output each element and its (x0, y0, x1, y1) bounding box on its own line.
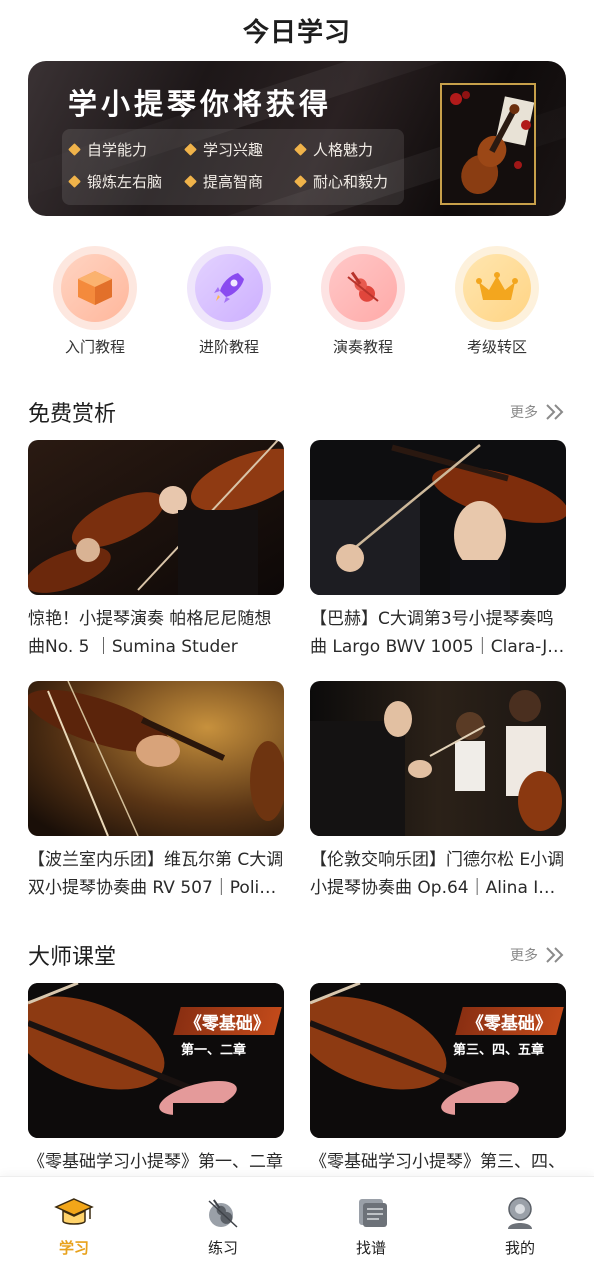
video-thumbnail (28, 440, 284, 595)
course-card[interactable]: 《零基础》 第三、四、五章 《零基础学习小提琴》第三、四、五章 (310, 983, 566, 1204)
banner-title: 学小提琴你将获得 (68, 87, 333, 121)
course-card[interactable]: 《零基础》 第一、二章 《零基础学习小提琴》第一、二章 (28, 983, 284, 1204)
video-thumbnail (28, 681, 284, 836)
category-exam[interactable]: 考级转区 (442, 246, 552, 357)
benefits-box: 自学能力 学习兴趣 人格魅力 锻炼左右脑 提高智商 耐心和毅力 (62, 129, 404, 205)
video-title: 【伦敦交响乐团】门德尔松 E小调小提琴协奏曲 Op.64｜Alina Ibrag… (310, 850, 565, 898)
double-chevron-right-icon (546, 404, 564, 420)
video-card[interactable]: 【巴赫】C大调第3号小提琴奏鸣曲 Largo BWV 1005｜Clara-Ju… (310, 440, 566, 661)
diamond-bullet-icon (68, 143, 81, 156)
category-label: 进阶教程 (198, 338, 259, 356)
free-section-header: 免费赏析 更多 (28, 395, 566, 429)
course-chapters: 第三、四、五章 (452, 1043, 544, 1058)
course-badge: 《零基础》 (173, 1007, 282, 1035)
benefit-item: 人格魅力 (294, 139, 373, 160)
video-card[interactable]: 惊艳！小提琴演奏 帕格尼尼随想曲No. 5 ｜Sumina Studer (28, 440, 284, 661)
benefit-item: 学习兴趣 (184, 139, 263, 160)
violin-practice-icon (208, 1199, 238, 1228)
category-ring (187, 246, 271, 330)
course-chapters: 第一、二章 (180, 1043, 246, 1058)
benefit-item: 自学能力 (68, 139, 147, 160)
video-thumbnail (310, 440, 566, 595)
diamond-bullet-icon (184, 175, 197, 188)
violin-icon (329, 254, 397, 322)
course-badge: 《零基础》 (455, 1007, 564, 1035)
user-icon (508, 1197, 532, 1229)
more-link[interactable]: 更多 (510, 945, 566, 965)
diamond-bullet-icon (184, 143, 197, 156)
tab-label: 学习 (58, 1239, 89, 1257)
tab-label: 找谱 (355, 1239, 386, 1257)
video-card[interactable]: 【伦敦交响乐团】门德尔松 E小调小提琴协奏曲 Op.64｜Alina Ibrag… (310, 681, 566, 902)
box-icon (61, 254, 129, 322)
category-performance[interactable]: 演奏教程 (308, 246, 418, 357)
promo-banner[interactable]: 学小提琴你将获得 自学能力 学习兴趣 人格魅力 锻炼左右脑 提高智商 耐心和毅力 (28, 61, 566, 216)
tab-study[interactable]: 学习 (34, 1195, 114, 1258)
benefit-item: 耐心和毅力 (294, 171, 388, 192)
tab-practice[interactable]: 练习 (183, 1195, 263, 1258)
category-label: 演奏教程 (332, 338, 393, 356)
crown-icon (463, 254, 531, 322)
graduation-cap-icon (54, 1198, 94, 1225)
page-title: 今日学习 (242, 17, 351, 48)
tab-find-score[interactable]: 找谱 (331, 1195, 411, 1258)
learning-page: 今日学习 学小提琴你将获得 自学能力 学习兴趣 人格魅力 锻炼左右脑 提高智商 … (0, 0, 594, 1280)
diamond-bullet-icon (294, 143, 307, 156)
video-card[interactable]: 【波兰室内乐团】维瓦尔第 C大调双小提琴协奏曲 RV 507｜Polish Ch… (28, 681, 284, 902)
video-title: 【波兰室内乐团】维瓦尔第 C大调双小提琴协奏曲 RV 507｜Polish Ch… (28, 850, 284, 898)
benefit-item: 锻炼左右脑 (68, 171, 162, 192)
tab-label: 练习 (207, 1239, 238, 1257)
video-title: 【巴赫】C大调第3号小提琴奏鸣曲 Largo BWV 1005｜Clara-Ju… (310, 609, 559, 657)
category-label: 入门教程 (64, 338, 125, 356)
benefit-item: 提高智商 (184, 171, 263, 192)
category-advanced[interactable]: 进阶教程 (174, 246, 284, 357)
rocket-icon (195, 254, 263, 322)
category-beginner[interactable]: 入门教程 (40, 246, 150, 357)
header: 今日学习 (0, 0, 594, 60)
bottom-tab-bar: 学习 练习 找谱 我的 (0, 1176, 594, 1280)
diamond-bullet-icon (294, 175, 307, 188)
tab-mine[interactable]: 我的 (480, 1195, 560, 1258)
video-title: 惊艳！小提琴演奏 帕格尼尼随想曲No. 5 ｜Sumina Studer (28, 609, 272, 657)
course-thumbnail: 《零基础》 第三、四、五章 (310, 983, 566, 1138)
banner-violin-photo (440, 83, 536, 205)
category-ring (321, 246, 405, 330)
category-ring (53, 246, 137, 330)
diamond-bullet-icon (68, 175, 81, 188)
video-thumbnail (310, 681, 566, 836)
tab-label: 我的 (504, 1239, 535, 1257)
category-label: 考级转区 (466, 338, 527, 356)
section-title: 大师课堂 (28, 945, 117, 970)
score-icon (359, 1199, 387, 1227)
double-chevron-right-icon (546, 947, 564, 963)
master-section-header: 大师课堂 更多 (28, 938, 566, 972)
section-title: 免费赏析 (28, 402, 117, 427)
category-ring (455, 246, 539, 330)
more-link[interactable]: 更多 (510, 402, 566, 422)
course-thumbnail: 《零基础》 第一、二章 (28, 983, 284, 1138)
